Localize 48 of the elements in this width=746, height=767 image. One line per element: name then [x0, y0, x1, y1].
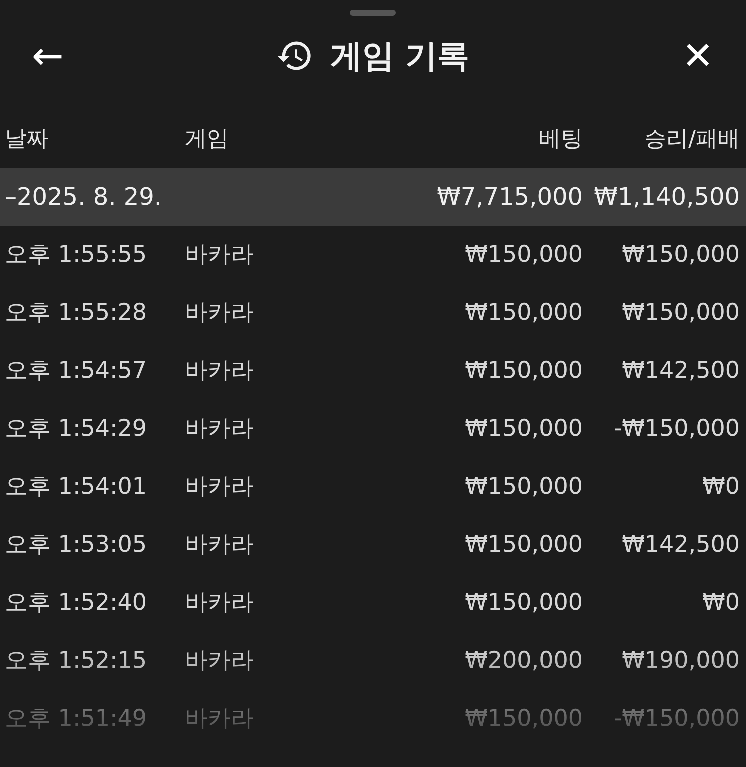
back-button[interactable]: ←: [22, 37, 74, 75]
table-cell-text: ₩150,000: [464, 298, 583, 328]
table-cell-text: 바카라: [185, 472, 255, 502]
column-header: 게임: [185, 126, 230, 154]
table-cell-text: 바카라: [185, 298, 255, 328]
table-cell-text: ₩150,000: [464, 588, 583, 618]
table-cell-text: ₩150,000: [464, 472, 583, 502]
table-cell-text: 오후 1:52:40: [5, 588, 148, 618]
column-header: 날짜: [5, 126, 50, 154]
table-cell-text: ₩150,000: [464, 240, 583, 270]
date-group-row[interactable]: –2025. 8. 29. ₩7,715,000 ₩1,140,500: [0, 168, 746, 226]
table-cell-text: ₩190,000: [621, 646, 740, 676]
table-cell-text: 바카라: [185, 240, 255, 270]
table-cell-text: 오후 1:54:29: [5, 414, 148, 444]
column-header: 베팅: [538, 126, 583, 154]
table-cell-text: 오후 1:54:57: [5, 356, 148, 386]
group-date: –2025. 8. 29.: [5, 182, 164, 213]
table-cell-text: 바카라: [185, 414, 255, 444]
table-cell-text: 바카라: [185, 356, 255, 386]
table-cell-text: 오후 1:53:05: [5, 530, 148, 560]
table-cell-text: -₩150,000: [612, 414, 740, 444]
table-cell-text: 바카라: [185, 530, 255, 560]
table-cell-text: 바카라: [185, 646, 255, 676]
column-header: 승리/패배: [644, 126, 740, 154]
screen-title: 게임 기록: [330, 36, 470, 77]
table-cell-text: ₩150,000: [464, 356, 583, 386]
table-cell-text: ₩142,500: [621, 530, 740, 560]
table-cell-text: 오후 1:52:15: [5, 646, 148, 676]
table-cell-text: 오후 1:54:01: [5, 472, 148, 502]
group-result-total: ₩1,140,500: [593, 182, 740, 213]
table-cell-text: ₩0: [702, 472, 740, 502]
table-cell-text: -₩150,000: [612, 704, 740, 734]
table-cell-text: 바카라: [185, 704, 255, 734]
table-cell-text: ₩150,000: [464, 530, 583, 560]
table-cell-text: 오후 1:55:28: [5, 298, 148, 328]
table-cell-text: ₩150,000: [621, 240, 740, 270]
table-cell-text: 오후 1:55:55: [5, 240, 148, 270]
table-cell-text: ₩200,000: [464, 646, 583, 676]
table-cell-text: ₩142,500: [621, 356, 740, 386]
group-bet-total: ₩7,715,000: [436, 182, 583, 213]
table-cell-text: ₩0: [702, 588, 740, 618]
table-cell-text: 바카라: [185, 588, 255, 618]
drag-handle[interactable]: [350, 10, 396, 16]
table-cell-text: 오후 1:51:49: [5, 704, 148, 734]
table-cell-text: ₩150,000: [464, 704, 583, 734]
table-cell-text: ₩150,000: [621, 298, 740, 328]
close-button[interactable]: ✕: [672, 37, 724, 75]
table-cell-text: ₩150,000: [464, 414, 583, 444]
